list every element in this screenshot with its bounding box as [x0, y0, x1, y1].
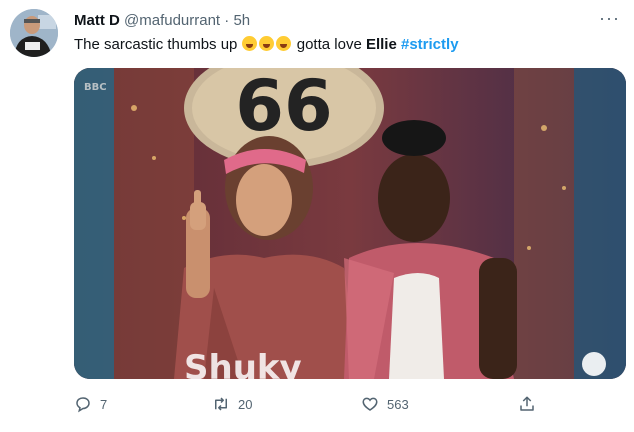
retweet-icon [215, 397, 227, 411]
retweet-button[interactable]: 20 [212, 395, 252, 413]
avatar-image [10, 9, 58, 57]
separator: · [224, 12, 230, 29]
like-button[interactable]: 563 [361, 395, 409, 413]
tweet-text: The sarcastic thumbs up gotta love Ellie… [74, 35, 459, 55]
retweet-count: 20 [238, 396, 253, 412]
like-count: 563 [387, 396, 409, 412]
share-icon [520, 396, 534, 411]
tweet-media[interactable]: 66 BBC Shuky [74, 68, 626, 379]
reply-count: 7 [100, 396, 108, 412]
hashtag-link[interactable]: #strictly [401, 36, 459, 53]
svg-text:Shuky: Shuky [184, 348, 302, 379]
avatar[interactable] [10, 9, 58, 57]
reply-button[interactable]: 7 [74, 395, 107, 413]
bbc-logo: BBC [84, 82, 107, 93]
reply-icon [76, 397, 90, 413]
tweet-text-bold: Ellie [365, 36, 397, 53]
tweet-actions: 7 20 563 [74, 395, 544, 415]
tweet-header: Matt D @mafudurrant · 5h [74, 12, 250, 30]
timestamp[interactable]: 5h [233, 12, 250, 29]
tweet-text-part: gotta love [296, 36, 362, 53]
tweet-text-part: The sarcastic thumbs up [74, 36, 238, 53]
crying-emoji-icon [241, 36, 257, 51]
more-options-icon[interactable]: ··· [599, 8, 620, 29]
author-name[interactable]: Matt D [74, 12, 120, 29]
share-button[interactable] [518, 395, 536, 413]
sign-number: 66 [235, 68, 332, 147]
crying-emoji-icon [275, 36, 291, 51]
author-handle[interactable]: @mafudurrant [124, 12, 220, 29]
media-image: 66 BBC Shuky [74, 68, 626, 379]
heart-icon [362, 397, 378, 411]
crying-emoji-icon [258, 36, 274, 51]
